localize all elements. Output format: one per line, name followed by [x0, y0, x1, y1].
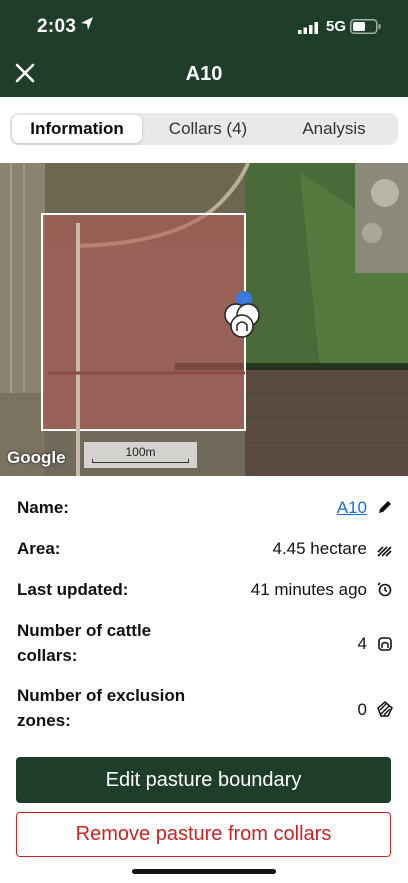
- area-label: Area:: [17, 539, 61, 558]
- tab-information[interactable]: Information: [12, 115, 142, 143]
- nav-bar: A10: [0, 52, 408, 97]
- info-row-collars: Number of cattle collars: 4: [17, 618, 393, 668]
- status-time: 2:03: [37, 16, 77, 37]
- updated-value: 41 minutes ago: [250, 580, 367, 599]
- tabs-container: Information Collars (4) Analysis: [0, 97, 408, 163]
- tab-analysis[interactable]: Analysis: [274, 115, 394, 143]
- network-type: 5G: [326, 18, 347, 35]
- tab-collars[interactable]: Collars (4): [148, 115, 268, 143]
- map-scale: 100m: [84, 442, 197, 468]
- info-row-zones: Number of exclusion zones: 0: [17, 683, 393, 733]
- area-value: 4.45 hectare: [272, 539, 367, 558]
- satellite-imagery: [0, 163, 408, 476]
- collar-icon: [378, 637, 392, 651]
- updated-label: Last updated:: [17, 580, 129, 599]
- zones-label-line2: zones:: [17, 711, 71, 730]
- pasture-map[interactable]: Google 100m: [0, 163, 408, 476]
- top-bar: 2:03 5G A10: [0, 0, 408, 97]
- edit-pasture-boundary-button[interactable]: Edit pasture boundary: [16, 757, 391, 803]
- remove-pasture-button[interactable]: Remove pasture from collars: [16, 812, 391, 857]
- home-indicator[interactable]: [132, 869, 276, 874]
- scale-label: 100m: [125, 445, 156, 459]
- collars-value: 4: [357, 634, 367, 653]
- info-row-updated: Last updated: 41 minutes ago: [17, 577, 393, 602]
- pencil-icon[interactable]: [377, 499, 393, 515]
- info-row-area: Area: 4.45 hectare: [17, 536, 393, 561]
- page-title: A10: [185, 63, 223, 85]
- signal-icon: [298, 22, 318, 34]
- name-link[interactable]: A10: [337, 495, 367, 520]
- exclusion-zone-icon: [377, 701, 393, 717]
- battery-icon: [350, 19, 381, 34]
- location-arrow-icon: [81, 17, 93, 30]
- segmented-tabs: Information Collars (4) Analysis: [10, 113, 398, 145]
- zones-value: 0: [357, 700, 367, 719]
- status-bar: 2:03 5G: [0, 0, 408, 52]
- scale-bar: [92, 459, 189, 463]
- collars-label-line2: collars:: [17, 646, 78, 665]
- collars-label-line1: Number of cattle: [17, 621, 152, 640]
- clock-refresh-icon: [377, 582, 392, 597]
- info-row-name: Name: A10: [17, 495, 393, 520]
- google-logo: Google: [7, 448, 66, 467]
- zones-label-line1: Number of exclusion: [17, 686, 186, 705]
- name-label: Name:: [17, 498, 69, 517]
- area-hatch-icon: [377, 546, 392, 557]
